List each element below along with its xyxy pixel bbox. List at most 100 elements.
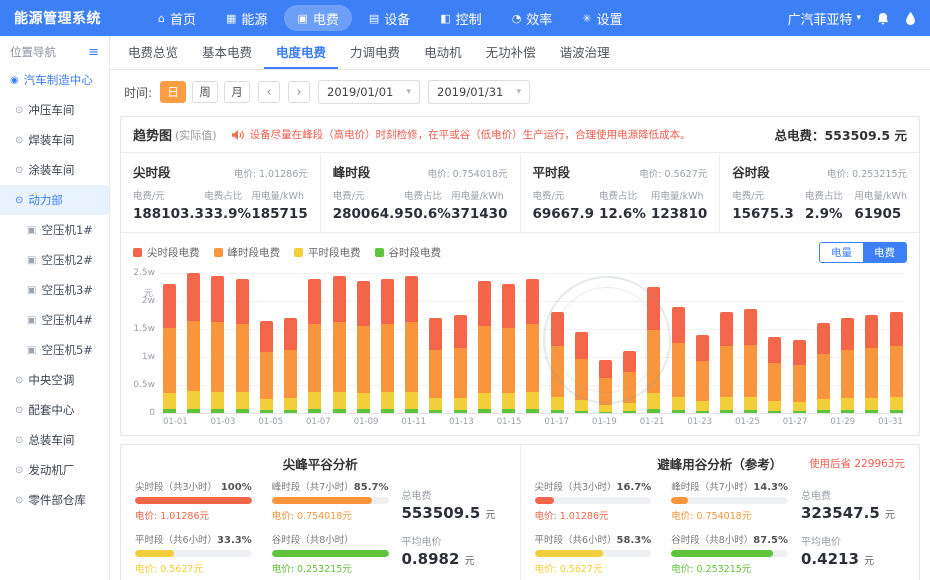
- chart-bar-01-25[interactable]: [744, 309, 757, 413]
- toggle-fee-button[interactable]: 电费: [863, 243, 906, 262]
- bar-segment: [357, 409, 370, 413]
- tab-basic-fee[interactable]: 基本电费: [190, 36, 264, 69]
- tab-harmonic-treatment[interactable]: 谐波治理: [548, 36, 622, 69]
- tab-motor[interactable]: 电动机: [412, 36, 474, 69]
- chart-bar-01-21[interactable]: [647, 287, 660, 413]
- granularity-week-button[interactable]: 周: [192, 81, 218, 103]
- toggle-energy-button[interactable]: 电量: [820, 243, 863, 262]
- tab-fee-overview[interactable]: 电费总览: [116, 36, 190, 69]
- equipment-icon: ▣: [27, 285, 36, 296]
- chart-bar-01-13[interactable]: [454, 315, 467, 413]
- analysis-items-0: 尖时段（共3小时）100%电价: 1.01286元峰时段（共7小时）85.7%电…: [135, 479, 386, 575]
- sidebar-item[interactable]: ▣空压机3#: [0, 275, 109, 305]
- chart-bar-01-19[interactable]: [599, 360, 612, 413]
- sidebar-item[interactable]: ⊙总装车间: [0, 425, 109, 455]
- chart-bar-01-31[interactable]: [890, 312, 903, 413]
- chart-bar-01-06[interactable]: [284, 318, 297, 413]
- analysis-item-name: 平时段（共6小时）: [535, 532, 617, 546]
- sidebar-item[interactable]: ⊙中央空调: [0, 365, 109, 395]
- tab-bar: 电费总览基本电费电度电费力调电费电动机无功补偿谐波治理: [110, 36, 930, 70]
- chart-bar-01-05[interactable]: [260, 321, 273, 413]
- sidebar-item[interactable]: ◉汽车制造中心: [0, 65, 109, 95]
- tab-reactive-compensation[interactable]: 无功补偿: [474, 36, 548, 69]
- bar-segment: [211, 392, 224, 409]
- nav-item-efficiency[interactable]: ◔效率: [499, 5, 566, 31]
- chart-bar-01-26[interactable]: [768, 337, 781, 413]
- tenant-menu[interactable]: 广汽菲亚特 ▾: [787, 9, 861, 28]
- next-period-button[interactable]: ›: [288, 81, 310, 103]
- analysis-item-flat: 平时段（共6小时）33.3%电价: 0.5627元: [135, 532, 252, 575]
- chart-bar-01-08[interactable]: [333, 276, 346, 413]
- sidebar-item[interactable]: ▣空压机5#: [0, 335, 109, 365]
- sidebar-item[interactable]: ▣空压机4#: [0, 305, 109, 335]
- chart-bar-01-16[interactable]: [526, 279, 539, 413]
- legend-item-flat: 平时段电费: [294, 245, 361, 260]
- granularity-day-button[interactable]: 日: [160, 81, 186, 103]
- nav-item-fee[interactable]: ▣电费: [284, 5, 351, 31]
- chart-bar-01-02[interactable]: [187, 273, 200, 413]
- avg-price-summary: 平均电价 0.4213 元: [801, 533, 905, 568]
- chart-bar-01-11[interactable]: [405, 276, 418, 413]
- sidebar-item[interactable]: ⊙发动机厂: [0, 455, 109, 485]
- bar-segment: [478, 409, 491, 413]
- prev-period-button[interactable]: ‹: [258, 81, 280, 103]
- chart-bar-01-23[interactable]: [696, 335, 709, 413]
- sidebar-item[interactable]: ⊙涂装车间: [0, 155, 109, 185]
- chart-bar-01-15[interactable]: [502, 284, 515, 413]
- chart-bar-01-09[interactable]: [357, 281, 370, 413]
- sidebar-item[interactable]: ⊙零件部仓库: [0, 485, 109, 515]
- notification-bell-icon[interactable]: [876, 11, 890, 26]
- bar-segment: [841, 398, 854, 410]
- nav-item-home[interactable]: ⌂首页: [145, 5, 209, 31]
- sidebar-item[interactable]: ▣空压机2#: [0, 245, 109, 275]
- granularity-month-button[interactable]: 月: [224, 81, 250, 103]
- chart-bar-01-18[interactable]: [575, 332, 588, 413]
- chart-bar-01-07[interactable]: [308, 279, 321, 413]
- sidebar-item-label: 冲压车间: [28, 102, 74, 118]
- tab-energy-fee[interactable]: 电度电费: [264, 36, 338, 69]
- end-date-select[interactable]: 2019/01/31 ▾: [428, 80, 530, 104]
- bar-segment: [429, 350, 442, 398]
- chart-bar-01-10[interactable]: [381, 279, 394, 413]
- x-tick-label: 01-15: [497, 417, 522, 427]
- sidebar-item[interactable]: ⊙冲压车间: [0, 95, 109, 125]
- sidebar-item[interactable]: ▣空压机1#: [0, 215, 109, 245]
- sidebar-item[interactable]: ⊙配套中心: [0, 395, 109, 425]
- summary-label: 总电费: [801, 487, 905, 502]
- progress-bar: [272, 550, 389, 557]
- total-fee-unit: 元: [894, 128, 907, 143]
- savings-note: 使用后省 229963元: [809, 456, 905, 471]
- nav-item-settings[interactable]: ✳设置: [569, 5, 635, 31]
- chart-bar-01-03[interactable]: [211, 276, 224, 413]
- chart-bar-01-12[interactable]: [429, 318, 442, 413]
- tab-power-adjust-fee[interactable]: 力调电费: [338, 36, 412, 69]
- nav-item-energy[interactable]: ▦能源: [213, 5, 280, 31]
- stat-fee: 电费/元188103.3: [133, 188, 204, 222]
- sidebar-item[interactable]: ⊙动力部: [0, 185, 109, 215]
- chart-bar-01-28[interactable]: [817, 323, 830, 413]
- nav-item-device[interactable]: ▤设备: [356, 5, 423, 31]
- chart-bar-01-22[interactable]: [672, 307, 685, 413]
- water-drop-icon[interactable]: [905, 11, 916, 25]
- start-date-value: 2019/01/01: [327, 85, 393, 99]
- bar-segment: [211, 409, 224, 413]
- sidebar-item-label: 零件部仓库: [28, 492, 86, 508]
- bar-segment: [744, 309, 757, 344]
- chart-bar-01-20[interactable]: [623, 351, 636, 413]
- chart-bar-01-14[interactable]: [478, 281, 491, 413]
- start-date-select[interactable]: 2019/01/01 ▾: [318, 80, 420, 104]
- chart-bar-01-01[interactable]: [163, 284, 176, 413]
- sidebar-item[interactable]: ⊙焊装车间: [0, 125, 109, 155]
- nav-item-control[interactable]: ◧控制: [427, 5, 494, 31]
- bar-segment: [405, 276, 418, 323]
- chart-bar-01-29[interactable]: [841, 318, 854, 413]
- analysis-item-valley: 谷时段（共8小时）电价: 0.253215元: [272, 532, 389, 575]
- bar-segment: [163, 393, 176, 409]
- chart-bar-01-27[interactable]: [793, 340, 806, 413]
- chart-bar-01-30[interactable]: [865, 315, 878, 413]
- chart-bar-01-17[interactable]: [551, 312, 564, 413]
- chart-bar-01-24[interactable]: [720, 312, 733, 413]
- chart-bar-01-04[interactable]: [236, 279, 249, 413]
- progress-fill: [272, 497, 372, 504]
- collapse-tree-icon[interactable]: ≡: [88, 45, 99, 60]
